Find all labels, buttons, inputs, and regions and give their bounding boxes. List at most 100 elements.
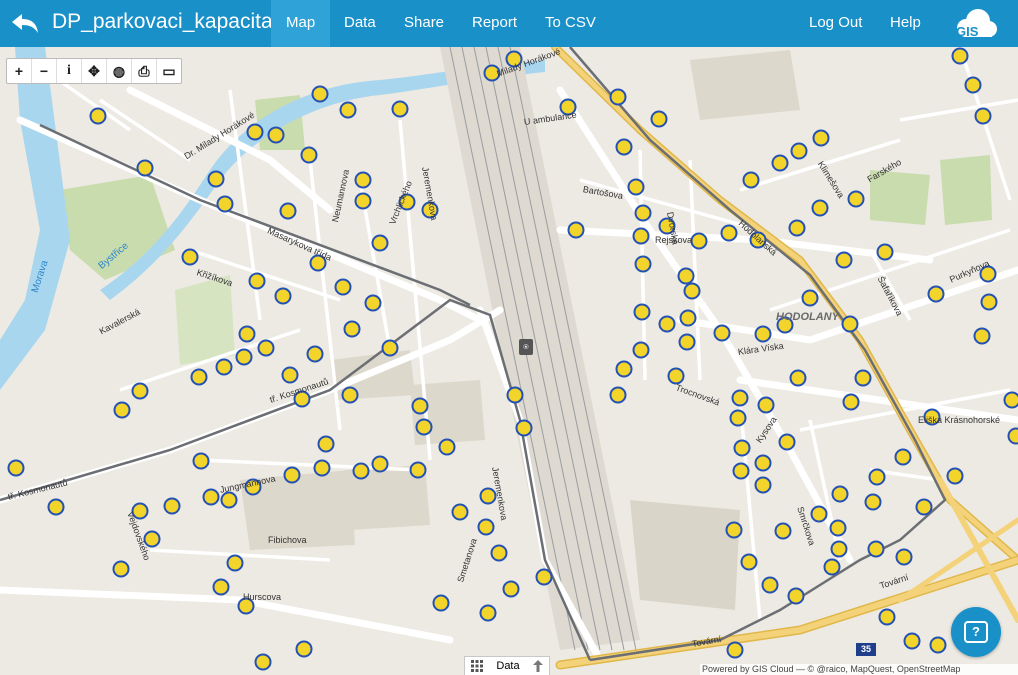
parking-marker[interactable] [257, 339, 275, 357]
parking-marker[interactable] [190, 368, 208, 386]
parking-marker[interactable] [974, 107, 992, 125]
parking-marker[interactable] [854, 369, 872, 387]
parking-marker[interactable] [535, 568, 553, 586]
map-canvas[interactable] [0, 47, 1018, 675]
parking-marker[interactable] [381, 339, 399, 357]
parking-marker[interactable] [740, 553, 758, 571]
parking-marker[interactable] [477, 518, 495, 536]
parking-marker[interactable] [295, 640, 313, 658]
parking-marker[interactable] [903, 632, 921, 650]
back-arrow-icon[interactable] [10, 8, 40, 38]
parking-marker[interactable] [726, 641, 744, 659]
parking-marker[interactable] [567, 221, 585, 239]
parking-marker[interactable] [334, 278, 352, 296]
parking-marker[interactable] [112, 560, 130, 578]
parking-marker[interactable] [847, 190, 865, 208]
parking-marker[interactable] [789, 369, 807, 387]
parking-marker[interactable] [354, 171, 372, 189]
parking-marker[interactable] [973, 327, 991, 345]
parking-marker[interactable] [895, 548, 913, 566]
parking-marker[interactable] [679, 309, 697, 327]
parking-marker[interactable] [742, 171, 760, 189]
parking-marker[interactable] [216, 195, 234, 213]
parking-marker[interactable] [215, 358, 233, 376]
parking-marker[interactable] [790, 142, 808, 160]
parking-marker[interactable] [720, 224, 738, 242]
parking-marker[interactable] [878, 608, 896, 626]
parking-marker[interactable] [876, 243, 894, 261]
parking-marker[interactable] [757, 396, 775, 414]
parking-marker[interactable] [678, 333, 696, 351]
parking-marker[interactable] [667, 367, 685, 385]
parking-marker[interactable] [946, 467, 964, 485]
parking-marker[interactable] [283, 466, 301, 484]
parking-marker[interactable] [274, 287, 292, 305]
parking-marker[interactable] [163, 497, 181, 515]
parking-marker[interactable] [202, 488, 220, 506]
parking-marker[interactable] [490, 544, 508, 562]
parking-marker[interactable] [729, 409, 747, 427]
parking-marker[interactable] [725, 521, 743, 539]
parking-marker[interactable] [352, 462, 370, 480]
parking-marker[interactable] [731, 389, 749, 407]
parking-marker[interactable] [787, 587, 805, 605]
parking-marker[interactable] [812, 129, 830, 147]
parking-marker[interactable] [192, 452, 210, 470]
tab-data[interactable]: Data [329, 0, 391, 47]
parking-marker[interactable] [627, 178, 645, 196]
map-view[interactable]: Morava Bystřice Masarykova třída tř. Kos… [0, 47, 1018, 675]
parking-marker[interactable] [842, 393, 860, 411]
parking-marker[interactable] [754, 476, 772, 494]
parking-marker[interactable] [633, 303, 651, 321]
parking-marker[interactable] [438, 438, 456, 456]
parking-marker[interactable] [634, 255, 652, 273]
parking-marker[interactable] [894, 448, 912, 466]
parking-marker[interactable] [391, 100, 409, 118]
parking-marker[interactable] [279, 202, 297, 220]
parking-marker[interactable] [207, 170, 225, 188]
parking-marker[interactable] [811, 199, 829, 217]
help-link[interactable]: Help [875, 0, 936, 47]
zoom-out-icon[interactable]: − [32, 59, 57, 83]
globe-icon[interactable]: ◍ [107, 59, 132, 83]
parking-marker[interactable] [677, 267, 695, 285]
parking-marker[interactable] [235, 348, 253, 366]
parking-marker[interactable] [432, 594, 450, 612]
parking-marker[interactable] [506, 386, 524, 404]
parking-marker[interactable] [774, 522, 792, 540]
tab-to-csv[interactable]: To CSV [530, 0, 611, 47]
parking-marker[interactable] [131, 382, 149, 400]
parking-marker[interactable] [830, 540, 848, 558]
parking-marker[interactable] [713, 324, 731, 342]
parking-marker[interactable] [246, 123, 264, 141]
parking-marker[interactable] [609, 88, 627, 106]
parking-marker[interactable] [281, 366, 299, 384]
parking-marker[interactable] [771, 154, 789, 172]
parking-marker[interactable] [609, 386, 627, 404]
parking-marker[interactable] [226, 554, 244, 572]
parking-marker[interactable] [409, 461, 427, 479]
parking-marker[interactable] [650, 110, 668, 128]
parking-marker[interactable] [831, 485, 849, 503]
parking-marker[interactable] [364, 294, 382, 312]
parking-marker[interactable] [339, 101, 357, 119]
parking-marker[interactable] [658, 315, 676, 333]
parking-marker[interactable] [841, 315, 859, 333]
parking-marker[interactable] [778, 433, 796, 451]
parking-marker[interactable] [354, 192, 372, 210]
parking-marker[interactable] [754, 325, 772, 343]
parking-marker[interactable] [341, 386, 359, 404]
parking-marker[interactable] [615, 138, 633, 156]
parking-marker[interactable] [754, 454, 772, 472]
parking-marker[interactable] [451, 503, 469, 521]
parking-marker[interactable] [929, 636, 947, 654]
info-icon[interactable]: i [57, 59, 82, 83]
tab-map[interactable]: Map [271, 0, 331, 47]
parking-marker[interactable] [868, 468, 886, 486]
parking-marker[interactable] [220, 491, 238, 509]
parking-marker[interactable] [479, 604, 497, 622]
parking-marker[interactable] [835, 251, 853, 269]
parking-marker[interactable] [1007, 427, 1018, 445]
parking-marker[interactable] [306, 345, 324, 363]
parking-marker[interactable] [683, 282, 701, 300]
